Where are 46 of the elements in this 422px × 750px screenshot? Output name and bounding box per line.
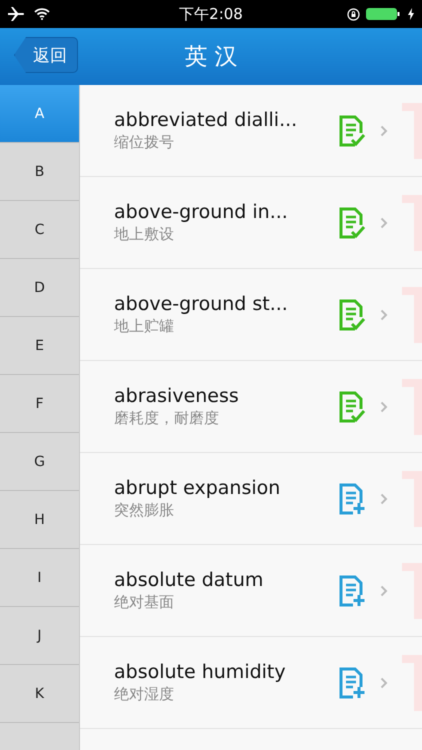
wifi-icon: [34, 8, 50, 20]
page-title: 英 汉: [184, 43, 238, 72]
rotation-lock-icon: [347, 8, 360, 20]
battery-icon: [366, 7, 402, 21]
chevron-icon: [380, 124, 388, 136]
chevron-icon: [380, 400, 388, 412]
entry-term[interactable]: abrupt expansion: [114, 477, 324, 499]
entry-meaning: 绝对基面: [114, 593, 175, 612]
index-letter[interactable]: I: [0, 549, 79, 607]
entry-term[interactable]: abrasiveness: [114, 385, 324, 407]
document-add-icon[interactable]: [338, 482, 366, 514]
chevron-icon: [380, 216, 388, 228]
index-letter[interactable]: J: [0, 607, 79, 665]
index-letter[interactable]: B: [0, 143, 79, 201]
chevron-icon: [380, 676, 388, 688]
index-letter[interactable]: H: [0, 491, 79, 549]
charging-icon: [408, 8, 414, 20]
entry-term[interactable]: absolute humidity: [114, 661, 324, 683]
chevron-icon: [380, 308, 388, 320]
index-letter[interactable]: D: [0, 259, 79, 317]
document-add-icon[interactable]: [338, 574, 366, 606]
document-check-icon[interactable]: [338, 206, 366, 238]
airplane-icon: [8, 7, 26, 21]
entry-meaning: 突然膨胀: [114, 501, 175, 520]
document-check-icon[interactable]: [338, 114, 366, 146]
status-time: 下午2:08: [179, 4, 243, 24]
index-letter[interactable]: G: [0, 433, 79, 491]
entry-term[interactable]: above-ground st...: [114, 293, 324, 315]
entry-term[interactable]: above-ground in...: [114, 201, 324, 223]
index-letter[interactable]: K: [0, 665, 79, 723]
chevron-icon: [380, 492, 388, 504]
entry-meaning: 绝对湿度: [114, 685, 175, 704]
index-letter[interactable]: C: [0, 201, 79, 259]
entry-meaning: 地上敷设: [114, 225, 175, 244]
entry-meaning: 地上贮罐: [114, 317, 175, 336]
entry-meaning: 缩位拨号: [114, 133, 175, 152]
document-check-icon[interactable]: [338, 390, 366, 422]
chevron-icon: [380, 584, 388, 596]
document-check-icon[interactable]: [338, 298, 366, 330]
index-letter[interactable]: F: [0, 375, 79, 433]
entry-meaning: 磨耗度，耐磨度: [114, 409, 220, 428]
document-add-icon[interactable]: [338, 666, 366, 698]
entry-term[interactable]: absolute datum: [114, 569, 324, 591]
entry-term[interactable]: abbreviated dialli...: [114, 109, 324, 131]
back-button[interactable]: 返回: [14, 37, 78, 73]
index-letter[interactable]: E: [0, 317, 79, 375]
